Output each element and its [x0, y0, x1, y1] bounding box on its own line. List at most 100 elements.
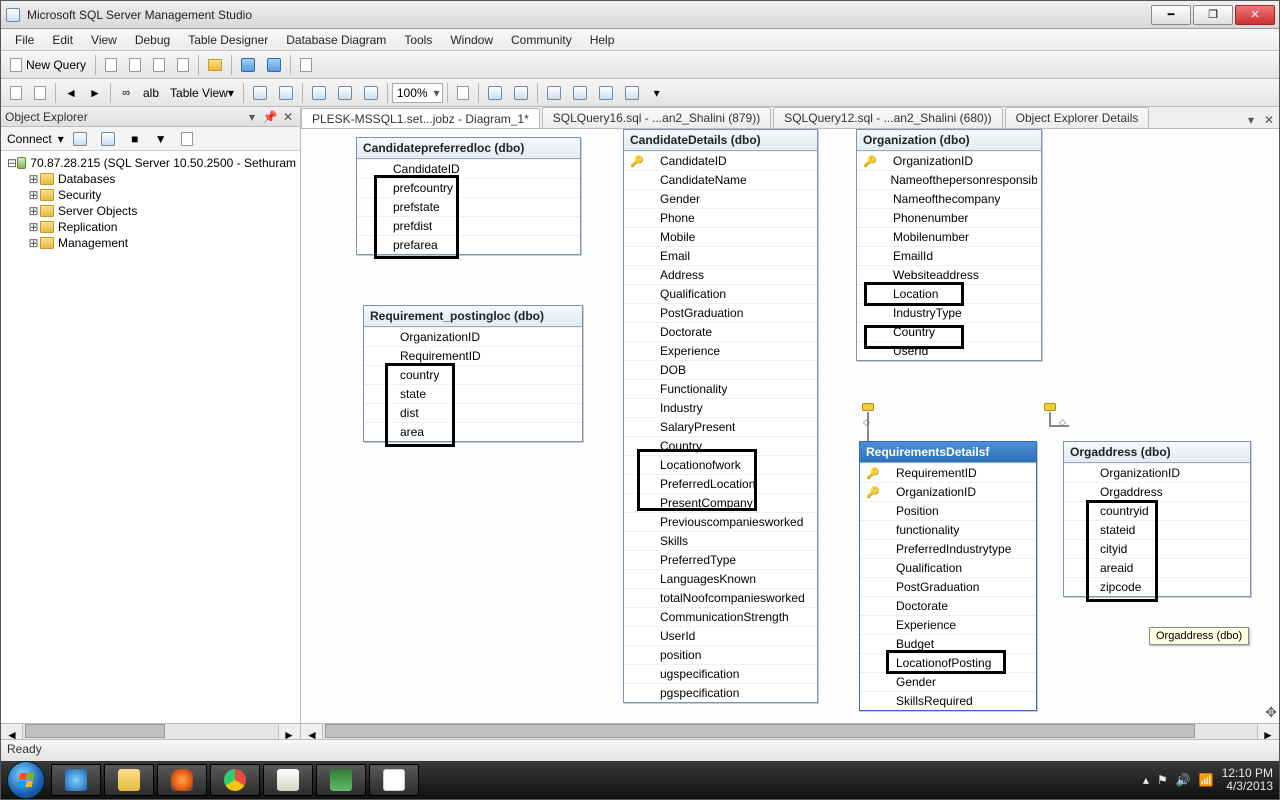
tree-security[interactable]: ⊞Security — [3, 187, 298, 203]
panel-pin-button[interactable]: 📌 — [262, 109, 278, 125]
collapse-icon[interactable]: ⊟ — [7, 156, 17, 170]
system-tray[interactable]: ▴ ⚑ 🔊 📶 12:10 PM 4/3/2013 — [1143, 767, 1273, 793]
column-row[interactable]: Functionality — [624, 379, 817, 398]
menu-debug[interactable]: Debug — [127, 31, 178, 49]
column-row[interactable]: Nameofthecompany — [857, 189, 1041, 208]
column-row[interactable]: SkillsRequired — [860, 691, 1036, 710]
column-row[interactable]: position — [624, 645, 817, 664]
start-button[interactable] — [7, 761, 45, 799]
menu-file[interactable]: File — [7, 31, 42, 49]
new-query-button[interactable]: New Query — [5, 54, 91, 76]
table-orgaddress[interactable]: Orgaddress (dbo) OrganizationIDOrgaddres… — [1063, 441, 1251, 597]
connect-label[interactable]: Connect — [5, 132, 54, 146]
tb-d[interactable] — [274, 82, 298, 104]
table-organization[interactable]: Organization (dbo) 🔑OrganizationID Nameof… — [856, 129, 1042, 361]
tb-relation[interactable]: ∞ — [115, 82, 137, 104]
tab-query12[interactable]: SQLQuery12.sql - ...an2_Shalini (680)) — [773, 107, 1002, 128]
column-row[interactable]: state — [364, 384, 582, 403]
expand-icon[interactable]: ⊞ — [27, 204, 40, 218]
column-row[interactable]: PreferredType — [624, 550, 817, 569]
object-explorer-tree[interactable]: ⊟70.87.28.215 (SQL Server 10.50.2500 - S… — [1, 151, 300, 723]
menu-database-diagram[interactable]: Database Diagram — [278, 31, 394, 49]
table-header[interactable]: Organization (dbo) — [857, 130, 1041, 151]
maximize-button[interactable]: ❐ — [1193, 5, 1233, 25]
column-row[interactable]: Budget — [860, 634, 1036, 653]
menu-edit[interactable]: Edit — [44, 31, 81, 49]
column-row[interactable]: dist — [364, 403, 582, 422]
column-row[interactable]: Mobile — [624, 227, 817, 246]
column-row[interactable]: pgspecification — [624, 683, 817, 702]
task-firefox[interactable] — [157, 764, 207, 796]
column-row[interactable]: Qualification — [860, 558, 1036, 577]
column-row[interactable]: Qualification — [624, 284, 817, 303]
column-row[interactable]: LanguagesKnown — [624, 569, 817, 588]
column-row[interactable]: 🔑OrganizationID — [860, 482, 1036, 501]
table-candidatepreferredloc[interactable]: Candidatepreferredloc (dbo) CandidateIDp… — [356, 137, 581, 255]
tree-replication[interactable]: ⊞Replication — [3, 219, 298, 235]
clock[interactable]: 12:10 PM 4/3/2013 — [1222, 767, 1273, 793]
column-row[interactable]: prefarea — [357, 235, 580, 254]
column-row[interactable]: Gender — [624, 189, 817, 208]
column-row[interactable]: Doctorate — [860, 596, 1036, 615]
server-node[interactable]: ⊟70.87.28.215 (SQL Server 10.50.2500 - S… — [3, 155, 298, 171]
column-row[interactable]: area — [364, 422, 582, 441]
column-row[interactable]: CommunicationStrength — [624, 607, 817, 626]
task-gtalk[interactable] — [369, 764, 419, 796]
column-row[interactable]: OrganizationID — [364, 327, 582, 346]
column-row[interactable]: 🔑CandidateID — [624, 151, 817, 170]
column-row[interactable]: Previouscompaniesworked — [624, 512, 817, 531]
table-header[interactable]: Requirement_postingloc (dbo) — [364, 306, 582, 327]
column-row[interactable]: PostGraduation — [860, 577, 1036, 596]
expand-icon[interactable]: ⊞ — [27, 188, 40, 202]
task-ie[interactable] — [51, 764, 101, 796]
column-row[interactable]: RequirementID — [364, 346, 582, 365]
tb-dropdown[interactable]: ▾ — [646, 82, 668, 104]
tb-navfwd[interactable]: ► — [84, 82, 106, 104]
tb-navback[interactable]: ◄ — [60, 82, 82, 104]
diagram-canvas[interactable]: Candidatepreferredloc (dbo) CandidateIDp… — [301, 129, 1279, 723]
tb-m[interactable] — [594, 82, 618, 104]
column-row[interactable]: prefstate — [357, 197, 580, 216]
column-row[interactable]: PostGraduation — [624, 303, 817, 322]
column-row[interactable]: IndustryType — [857, 303, 1041, 322]
column-row[interactable]: country — [364, 365, 582, 384]
column-row[interactable]: Orgaddress — [1064, 482, 1250, 501]
tree-server-objects[interactable]: ⊞Server Objects — [3, 203, 298, 219]
tab-diagram[interactable]: PLESK-MSSQL1.set...jobz - Diagram_1* — [301, 108, 540, 129]
column-row[interactable]: 🔑OrganizationID — [857, 151, 1041, 170]
task-explorer[interactable] — [104, 764, 154, 796]
tree-management[interactable]: ⊞Management — [3, 235, 298, 251]
template-button[interactable] — [172, 54, 194, 76]
column-row[interactable]: Experience — [860, 615, 1036, 634]
flag-icon[interactable]: ⚑ — [1157, 773, 1168, 787]
tab-close-button[interactable]: ✕ — [1261, 112, 1277, 128]
tb-a[interactable] — [5, 82, 27, 104]
expand-icon[interactable]: ⊞ — [27, 172, 40, 186]
expand-icon[interactable]: ⊞ — [27, 236, 40, 250]
column-row[interactable]: Doctorate — [624, 322, 817, 341]
tb-n[interactable] — [620, 82, 644, 104]
table-candidatedetails[interactable]: CandidateDetails (dbo) 🔑CandidateIDCandi… — [623, 129, 818, 703]
scroll-thumb[interactable] — [325, 724, 1195, 738]
minimize-button[interactable]: ━ — [1151, 5, 1191, 25]
volume-icon[interactable]: 🔊 — [1176, 773, 1191, 787]
column-row[interactable]: UserId — [624, 626, 817, 645]
column-row[interactable]: Locationofwork — [624, 455, 817, 474]
table-header[interactable]: CandidateDetails (dbo) — [624, 130, 817, 151]
tb-l[interactable] — [568, 82, 592, 104]
tb-e[interactable] — [307, 82, 331, 104]
save-button[interactable] — [236, 54, 260, 76]
column-row[interactable]: DOB — [624, 360, 817, 379]
close-button[interactable]: ✕ — [1235, 5, 1275, 25]
tb-h[interactable] — [452, 82, 474, 104]
tb-i[interactable] — [483, 82, 507, 104]
open-folder-button[interactable] — [203, 54, 227, 76]
save-all-button[interactable] — [262, 54, 286, 76]
table-requirementsdetails[interactable]: RequirementsDetailsf 🔑RequirementID🔑Orga… — [859, 441, 1037, 711]
script-button[interactable] — [124, 54, 146, 76]
column-row[interactable]: CandidateID — [357, 159, 580, 178]
column-row[interactable]: Skills — [624, 531, 817, 550]
column-row[interactable]: PreferredLocation — [624, 474, 817, 493]
tb-k[interactable] — [542, 82, 566, 104]
connect-dropdown[interactable]: ▾ — [58, 132, 64, 146]
